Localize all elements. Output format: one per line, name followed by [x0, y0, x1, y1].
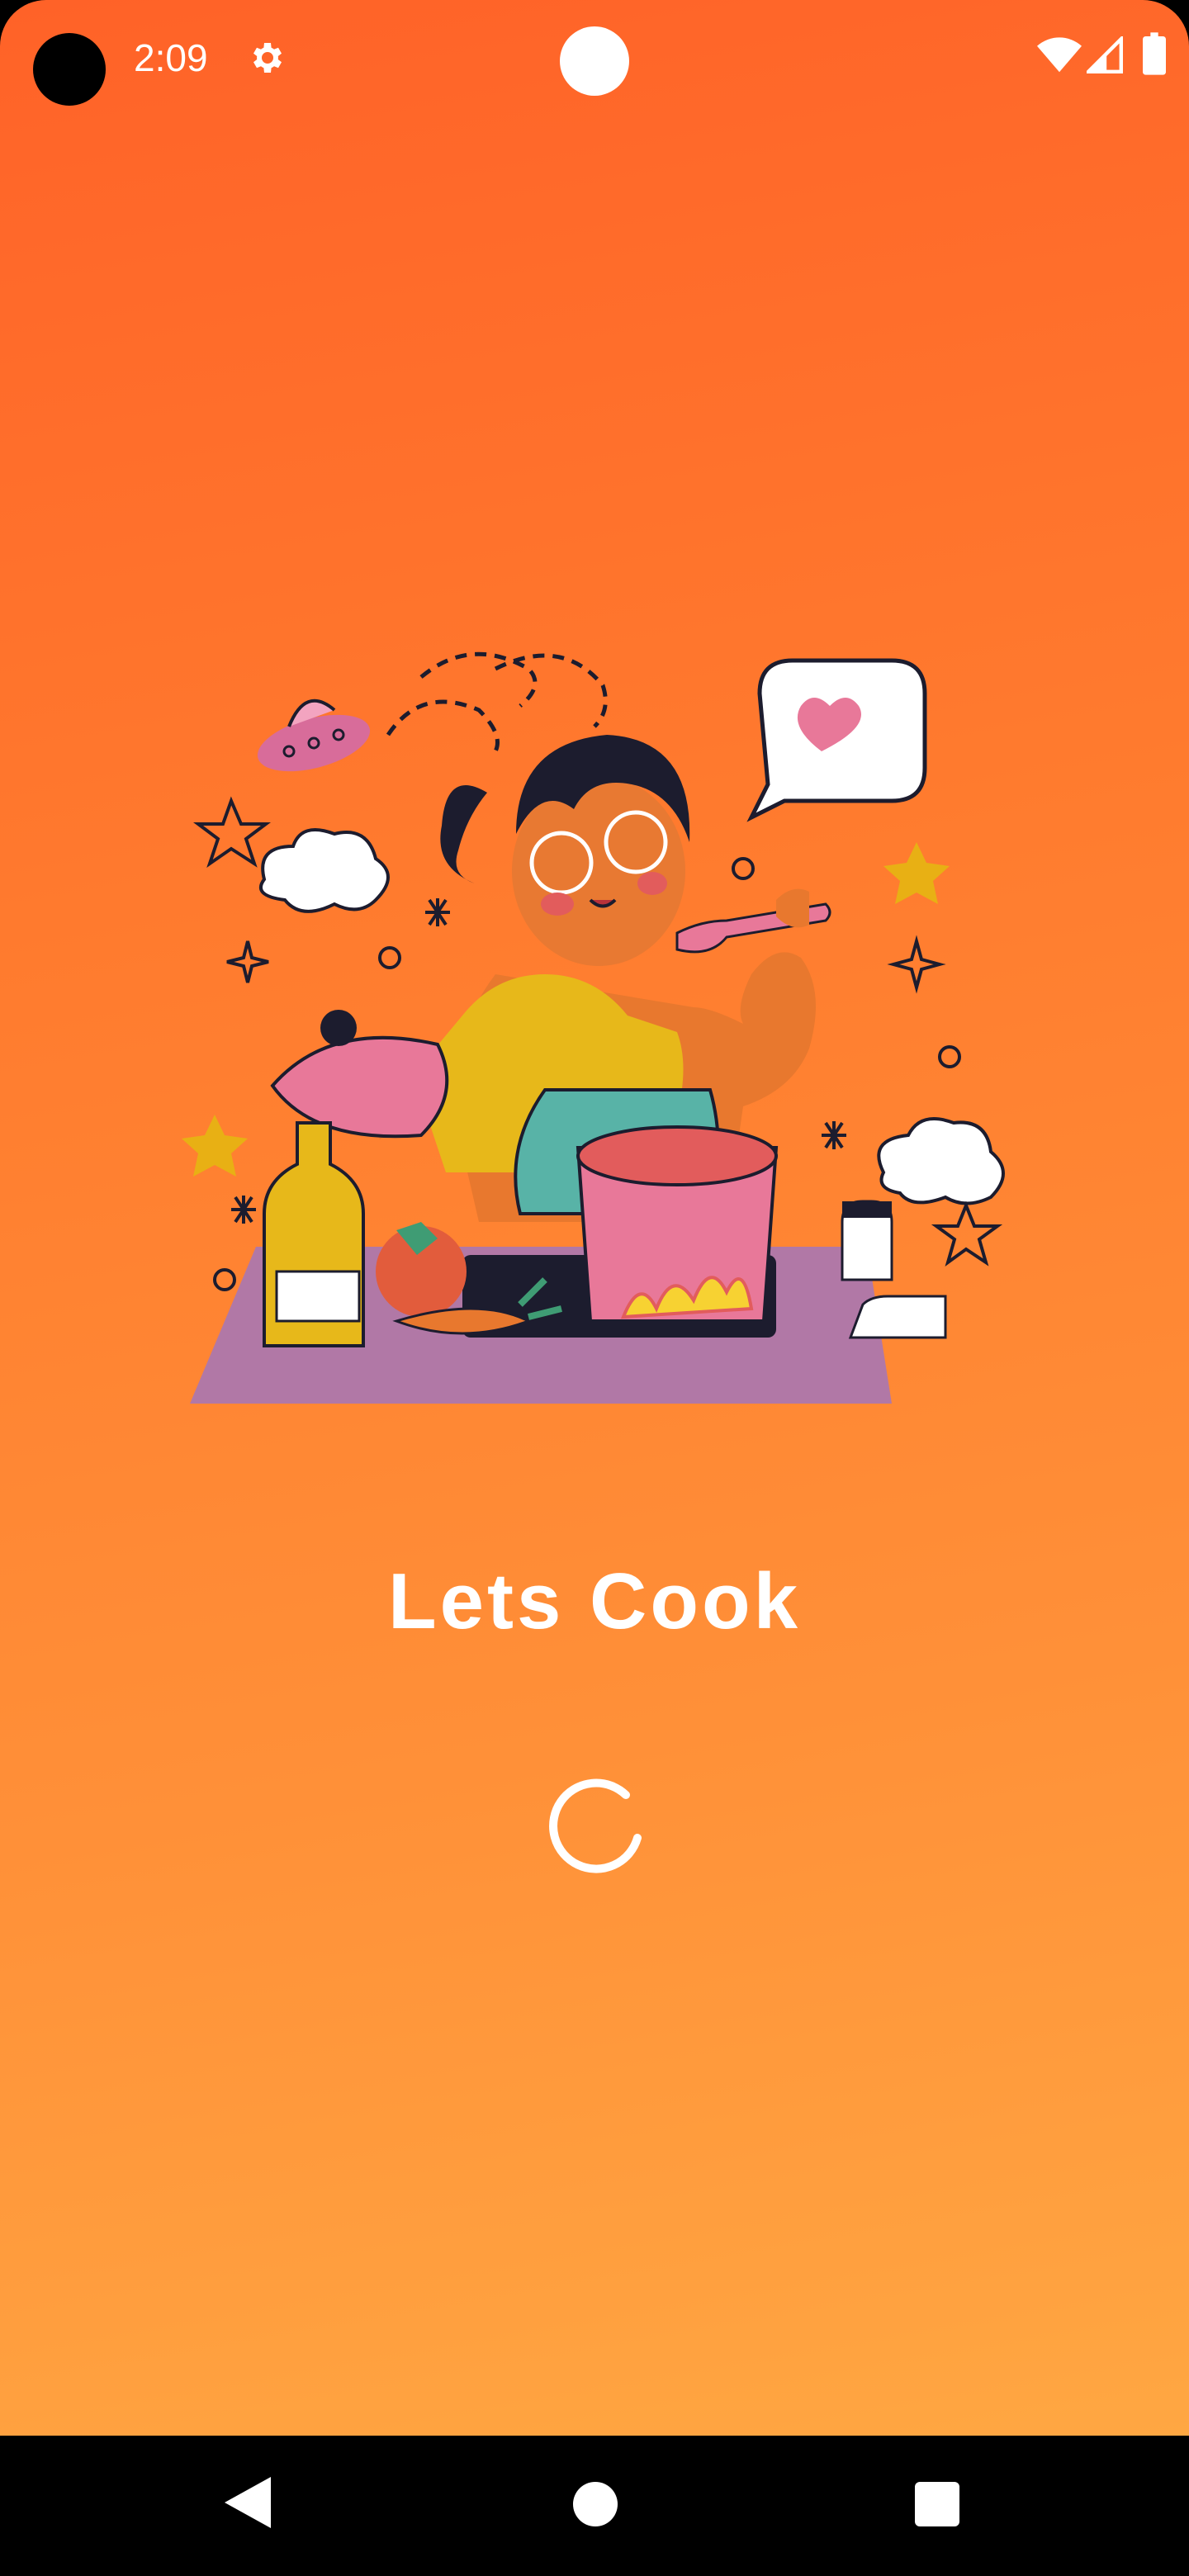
cloud-doodle-right — [877, 1117, 1005, 1205]
battery-icon — [1143, 32, 1166, 75]
splash-screen: 2:09 Lets Cook — [0, 0, 1189, 2436]
woman-cooking-illustration — [182, 651, 1005, 1404]
loading-spinner — [549, 1778, 642, 1873]
home-button[interactable] — [573, 2482, 618, 2526]
wifi-icon — [1037, 37, 1082, 73]
front-camera-dot — [560, 26, 629, 96]
recents-button[interactable] — [915, 2482, 959, 2526]
app-title: Lets Cook — [387, 1557, 802, 1646]
status-bar: 2:09 — [0, 0, 1189, 116]
heart-bubble — [746, 658, 927, 822]
back-button[interactable] — [223, 2475, 274, 2530]
cloud-doodle-left — [258, 828, 390, 913]
settings-icon — [253, 43, 282, 73]
ufo-doodle — [257, 698, 371, 772]
camera-cutout — [33, 33, 106, 106]
status-time: 2:09 — [134, 36, 208, 79]
signal-icon — [1087, 36, 1123, 73]
